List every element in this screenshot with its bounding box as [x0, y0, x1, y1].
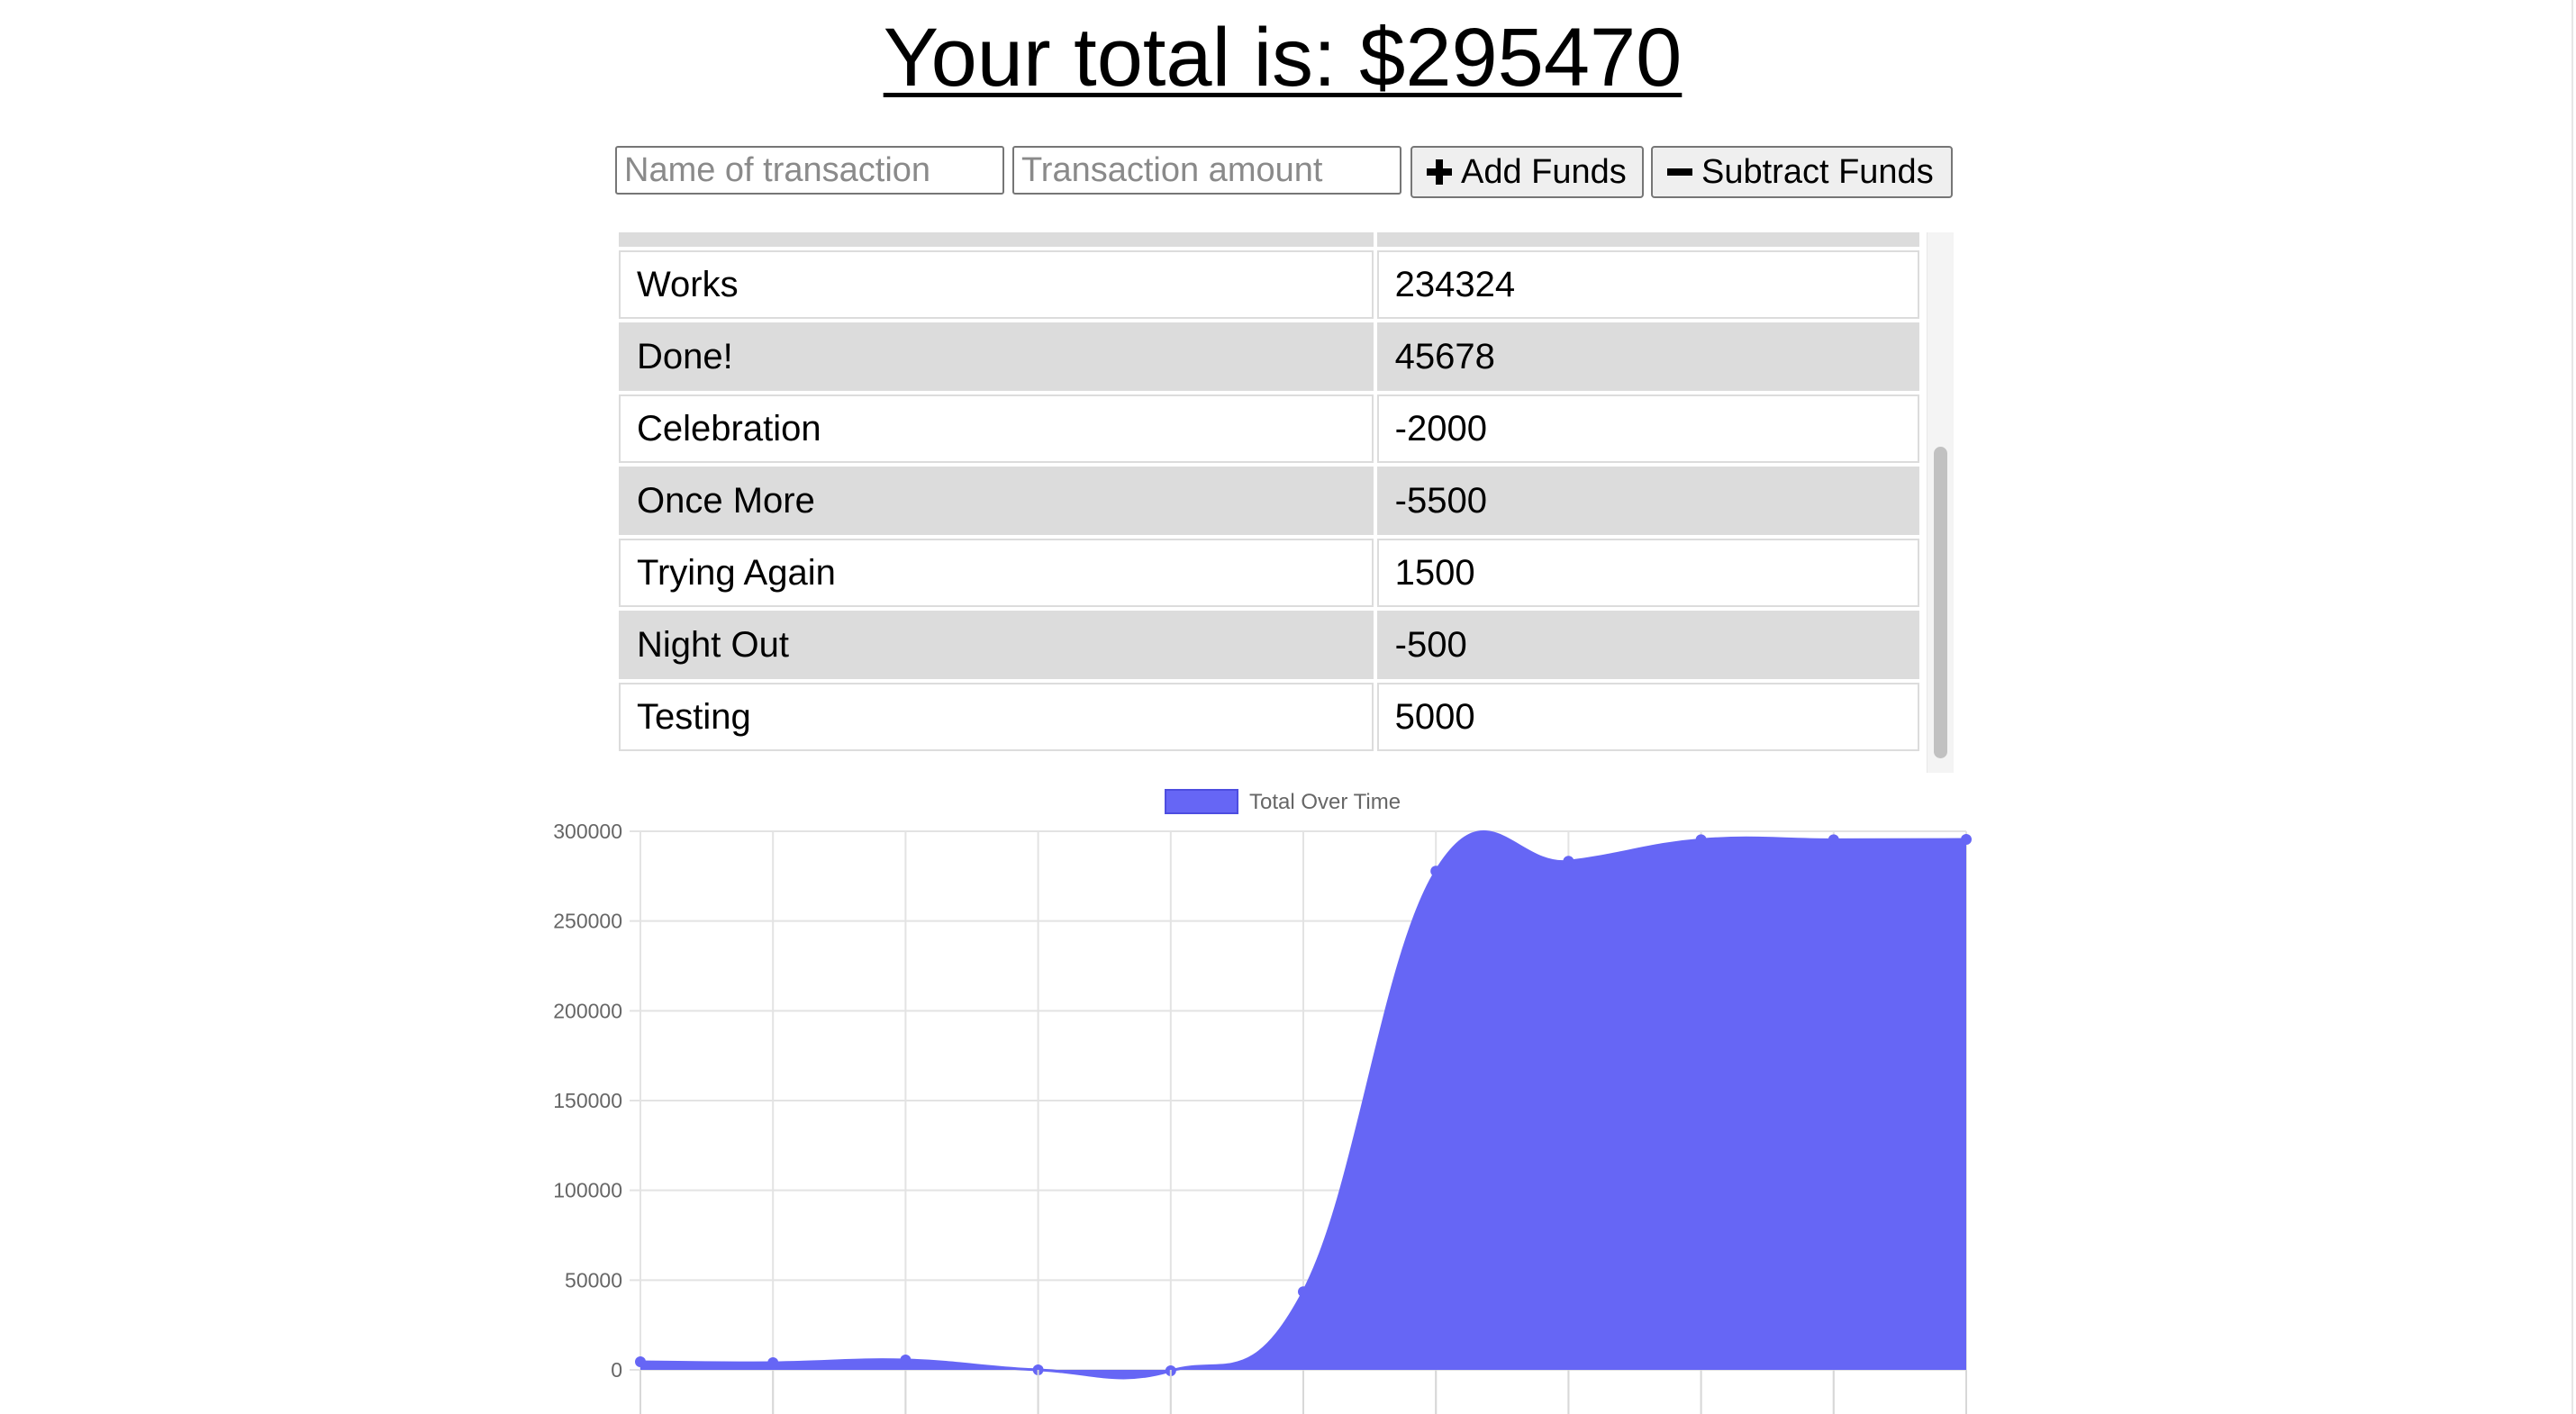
plus-icon: [1427, 159, 1452, 185]
y-tick-label: 300000: [553, 820, 622, 843]
data-point: [1695, 834, 1707, 846]
data-point: [1961, 834, 1972, 846]
transaction-name-cell: Done!: [619, 322, 1374, 391]
table-row: Testing 5000: [619, 683, 1919, 751]
transaction-name-input[interactable]: [615, 146, 1004, 195]
chart-legend: Total Over Time: [1165, 789, 1401, 814]
data-point: [1828, 834, 1839, 846]
data-point: [1430, 866, 1442, 877]
table-row: Night Out -500: [619, 611, 1919, 679]
minus-icon: [1667, 168, 1692, 176]
table-scrollbar-thumb[interactable]: [1934, 447, 1947, 758]
y-tick-label: 0: [611, 1358, 622, 1382]
table-row: Once More -5500: [619, 467, 1919, 535]
table-row: Celebration -2000: [619, 394, 1919, 463]
transactions-table-container: Works 234324 Done! 45678 Celebration -2000 Onc…: [615, 232, 1953, 773]
window-edge: [2571, 0, 2573, 1414]
transactions-table-body: Works 234324 Done! 45678 Celebration -2000 Onc…: [619, 232, 1919, 751]
transaction-amount-cell: 45678: [1376, 322, 1919, 391]
transaction-amount-cell: 1500: [1376, 539, 1919, 607]
data-point: [1563, 856, 1574, 867]
transaction-amount-cell: -5500: [1376, 467, 1919, 535]
subtract-funds-label: Subtract Funds: [1701, 152, 1934, 191]
table-row: [619, 232, 1919, 247]
data-point: [767, 1357, 779, 1369]
table-row: Works 234324: [619, 250, 1919, 319]
data-point: [1298, 1286, 1309, 1298]
data-point: [900, 1355, 912, 1366]
page: Your total is: $295470 Add Funds Subtrac…: [0, 0, 2576, 1414]
transaction-name-cell: Works: [619, 250, 1374, 319]
transaction-amount-cell: -2000: [1376, 394, 1919, 463]
y-tick-label: 250000: [553, 910, 622, 933]
transaction-amount-cell: [1376, 232, 1919, 247]
y-tick-label: 150000: [553, 1089, 622, 1112]
transaction-name-cell: Once More: [619, 467, 1374, 535]
table-row: Trying Again 1500: [619, 539, 1919, 607]
legend-swatch: [1165, 789, 1238, 814]
transaction-name-cell: [619, 232, 1374, 247]
total-over-time-chart: 0 50000 100000 150000 200000 250000 300000 Tota…: [553, 789, 1972, 1414]
add-funds-label: Add Funds: [1461, 152, 1627, 191]
total-heading: Your total is: $295470: [883, 12, 1683, 104]
y-tick-label: 200000: [553, 999, 622, 1022]
transaction-name-cell: Night Out: [619, 611, 1374, 679]
data-point: [635, 1356, 646, 1368]
transaction-amount-cell: -500: [1376, 611, 1919, 679]
transaction-amount-cell: 234324: [1376, 250, 1919, 319]
transaction-name-cell: Testing: [619, 683, 1374, 751]
add-funds-button[interactable]: Add Funds: [1410, 146, 1644, 198]
y-tick-label: 50000: [565, 1268, 622, 1292]
transactions-table: Works 234324 Done! 45678 Celebration -2000 Onc…: [615, 232, 1923, 755]
legend-label: Total Over Time: [1249, 790, 1401, 814]
y-tick-label: 100000: [553, 1179, 622, 1202]
transaction-amount-input[interactable]: [1012, 146, 1401, 195]
transaction-name-cell: Celebration: [619, 394, 1374, 463]
table-row: Done! 45678: [619, 322, 1919, 391]
table-scrollbar[interactable]: [1927, 232, 1954, 773]
transaction-amount-cell: 5000: [1376, 683, 1919, 751]
subtract-funds-button[interactable]: Subtract Funds: [1651, 146, 1953, 198]
transaction-name-cell: Trying Again: [619, 539, 1374, 607]
